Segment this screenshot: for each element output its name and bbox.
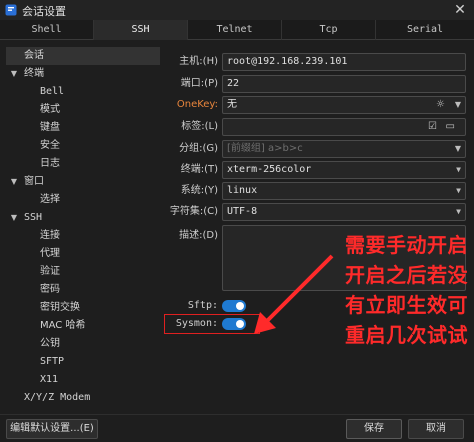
host-label: 主机:(H)	[179, 56, 218, 67]
settings-tree: 会话 ▼ 终端 Bell 模式 键盘 安全 日志 ▼ 窗口 选择 ▼ SSH 连接 代…	[6, 44, 160, 408]
annotation-line-4: 重启几次试试	[345, 323, 468, 347]
group-select[interactable]: [前缀组] a>b>c ▼	[222, 140, 466, 158]
dialog-footer: 编辑默认设置...(E) 保存 取消	[0, 414, 474, 442]
tree-item-log[interactable]: 日志	[40, 155, 60, 173]
edit-icon[interactable]: ☑	[428, 119, 437, 135]
tag-input[interactable]: ☑ ▭	[222, 118, 466, 136]
chevron-down-icon[interactable]: ▼	[456, 183, 461, 199]
tab-telnet[interactable]: Telnet	[188, 20, 282, 40]
chevron-down-icon[interactable]: ▼	[455, 97, 461, 113]
charset-select[interactable]: UTF-8 ▼	[222, 203, 466, 221]
terminal-type-label: 终端:(T)	[180, 164, 218, 175]
chevron-down-icon[interactable]: ▼	[8, 209, 20, 227]
gear-icon[interactable]: ☼	[436, 97, 445, 113]
tree-item-password[interactable]: 密码	[40, 281, 60, 299]
host-input[interactable]: root@192.168.239.101	[222, 53, 466, 71]
tree-item-mode[interactable]: 模式	[40, 101, 60, 119]
edit-default-settings-button[interactable]: 编辑默认设置...(E)	[6, 419, 98, 439]
sysmon-label: Sysmon:	[175, 318, 218, 329]
tree-item-label: 终端	[24, 68, 44, 79]
tab-shell[interactable]: Shell	[0, 20, 94, 40]
tree-item-label: 会话	[24, 50, 44, 61]
chevron-down-icon[interactable]: ▼	[455, 141, 461, 157]
tree-item-auth[interactable]: 验证	[40, 263, 60, 281]
close-icon[interactable]: ✕	[452, 2, 468, 18]
system-label: 系统:(Y)	[180, 185, 218, 196]
annotation-arrow-icon	[254, 254, 334, 334]
tree-item-window[interactable]: ▼ 窗口	[8, 173, 44, 191]
tree-item-session[interactable]: 会话	[6, 47, 160, 65]
tree-item-kex[interactable]: 密钥交换	[40, 299, 80, 317]
annotation-line-2: 开启之后若没	[345, 263, 468, 287]
port-input[interactable]: 22	[222, 75, 466, 93]
group-placeholder: [前缀组] a>b>c	[227, 143, 303, 154]
sftp-label: Sftp:	[187, 300, 218, 311]
tree-item-security[interactable]: 安全	[40, 137, 60, 155]
system-value: linux	[227, 185, 258, 196]
tab-tcp[interactable]: Tcp	[282, 20, 376, 40]
chevron-down-icon[interactable]: ▼	[456, 162, 461, 178]
chevron-down-icon[interactable]: ▼	[8, 65, 20, 83]
cancel-button[interactable]: 取消	[408, 419, 464, 439]
chevron-down-icon[interactable]: ▼	[8, 173, 20, 191]
onekey-value: 无	[227, 99, 237, 110]
window-title: 会话设置	[22, 5, 66, 18]
tree-item-xyz-modem[interactable]: X/Y/Z Modem	[24, 389, 90, 407]
description-label: 描述:(D)	[179, 230, 218, 241]
tab-serial[interactable]: Serial	[376, 20, 474, 40]
chevron-down-icon[interactable]: ▼	[456, 204, 461, 220]
onekey-label: OneKey:	[176, 99, 218, 110]
tree-item-pubkey[interactable]: 公钥	[40, 335, 60, 353]
app-icon	[5, 4, 17, 16]
tree-item-label: 窗口	[24, 176, 44, 187]
charset-label: 字符集:(C)	[169, 206, 218, 217]
tag-label: 标签:(L)	[181, 121, 218, 132]
tree-item-sftp[interactable]: SFTP	[40, 353, 64, 371]
tree-item-selection[interactable]: 选择	[40, 191, 60, 209]
save-button[interactable]: 保存	[346, 419, 402, 439]
color-swatch-icon[interactable]: ▭	[446, 119, 455, 135]
tree-item-terminal[interactable]: ▼ 终端	[8, 65, 44, 83]
title-bar: 会话设置 ✕	[0, 0, 474, 20]
group-label: 分组:(G)	[179, 143, 218, 154]
tree-item-mac[interactable]: MAC 哈希	[40, 317, 85, 335]
tree-item-proxy[interactable]: 代理	[40, 245, 60, 263]
tree-item-x11[interactable]: X11	[40, 371, 58, 389]
tree-item-label: SSH	[24, 212, 43, 223]
tab-ssh[interactable]: SSH	[94, 20, 188, 40]
port-label: 端口:(P)	[180, 78, 218, 89]
annotation-line-1: 需要手动开启	[345, 233, 468, 257]
tree-item-ssh[interactable]: ▼ SSH	[8, 209, 42, 227]
charset-value: UTF-8	[227, 206, 258, 217]
tree-item-bell[interactable]: Bell	[40, 83, 64, 101]
system-select[interactable]: linux ▼	[222, 182, 466, 200]
tree-item-keyboard[interactable]: 键盘	[40, 119, 60, 137]
terminal-type-value: xterm-256color	[227, 164, 312, 175]
tree-item-connection[interactable]: 连接	[40, 227, 60, 245]
protocol-tab-bar: Shell SSH Telnet Tcp Serial	[0, 20, 474, 40]
onekey-select[interactable]: 无 ☼ ▼	[222, 96, 466, 114]
annotation-line-3: 有立即生效可	[345, 293, 468, 317]
terminal-type-select[interactable]: xterm-256color ▼	[222, 161, 466, 179]
